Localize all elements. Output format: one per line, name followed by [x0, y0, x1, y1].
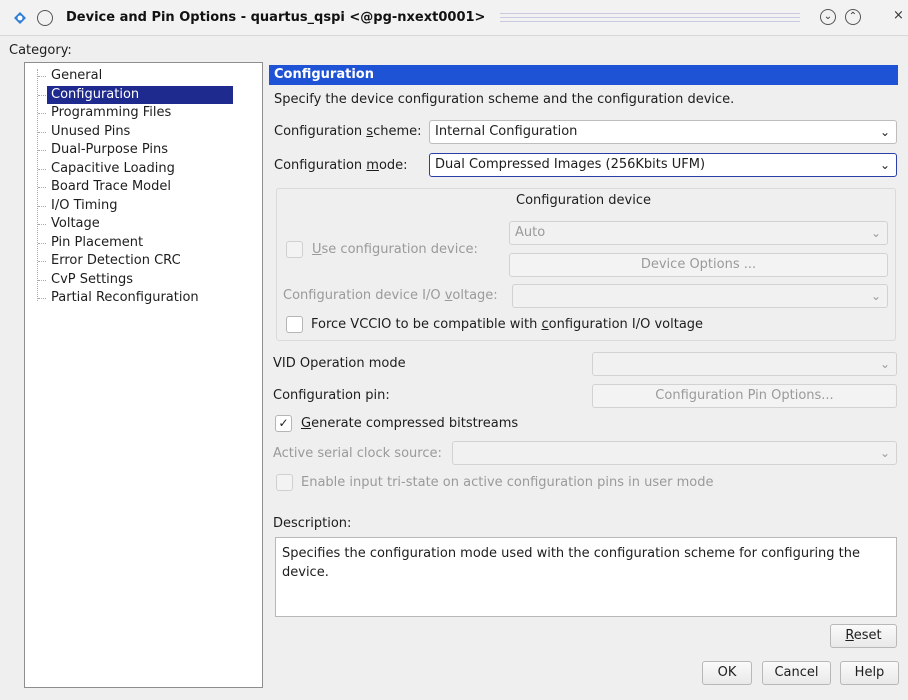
generate-compressed-label: Generate compressed bitstreams — [301, 416, 519, 431]
force-vccio-checkbox[interactable] — [286, 316, 303, 333]
config-mode-value: Dual Compressed Images (256Kbits UFM) — [435, 157, 706, 172]
config-scheme-label: Configuration scheme: — [274, 124, 422, 139]
title-divider — [500, 13, 800, 22]
chevron-down-icon: ⌄ — [870, 289, 881, 303]
description-text: Specifies the configuration mode used wi… — [275, 537, 897, 617]
window-menu-icon[interactable] — [37, 10, 53, 26]
checkmark-icon: ✓ — [278, 416, 289, 430]
config-device-group-title: Configuration device — [516, 193, 651, 208]
config-pin-label: Configuration pin: — [273, 388, 390, 403]
panel-intro: Specify the device configuration scheme … — [274, 92, 735, 107]
io-voltage-label: Configuration device I/O voltage: — [283, 288, 498, 303]
force-vccio-label: Force VCCIO to be compatible with config… — [311, 317, 704, 332]
tree-connector — [38, 113, 46, 114]
device-options-button[interactable]: Device Options ... — [509, 253, 888, 277]
maximize-icon[interactable]: ⌃ — [845, 9, 861, 25]
tree-connector — [38, 131, 46, 133]
app-logo-icon — [12, 11, 28, 29]
chevron-down-icon: ⌄ — [870, 226, 881, 240]
use-config-device-label: Use configuration device: — [312, 242, 478, 257]
category-item[interactable]: Unused Pins — [47, 123, 134, 141]
category-item[interactable]: Dual-Purpose Pins — [47, 141, 172, 159]
category-item[interactable]: I/O Timing — [47, 197, 122, 215]
reset-button[interactable]: Reset — [830, 624, 897, 648]
tree-connector — [38, 150, 46, 151]
tree-connector — [38, 94, 46, 96]
title-bar: Device and Pin Options - quartus_qspi <@… — [0, 0, 908, 36]
config-mode-label: Configuration mode: — [274, 158, 408, 173]
category-item[interactable]: Board Trace Model — [47, 178, 175, 196]
config-device-select[interactable]: Auto ⌄ — [509, 221, 888, 245]
category-item[interactable]: Partial Reconfiguration — [47, 289, 203, 307]
enable-tristate-checkbox[interactable] — [276, 474, 293, 491]
config-device-value: Auto — [515, 225, 546, 240]
category-item[interactable]: Programming Files — [47, 104, 175, 122]
io-voltage-select[interactable]: ⌄ — [512, 284, 888, 308]
window-title: Device and Pin Options - quartus_qspi <@… — [66, 10, 486, 25]
config-scheme-value: Internal Configuration — [435, 124, 578, 139]
chevron-down-icon: ⌄ — [879, 158, 890, 172]
active-clock-select[interactable]: ⌄ — [452, 441, 897, 465]
generate-compressed-checkbox[interactable]: ✓ — [275, 415, 292, 432]
tree-connector — [38, 298, 46, 299]
use-config-device-checkbox[interactable] — [286, 241, 303, 258]
enable-tristate-label: Enable input tri-state on active configu… — [301, 475, 714, 490]
tree-connector — [38, 261, 46, 262]
category-item[interactable]: General — [47, 67, 106, 85]
tree-connector — [38, 279, 46, 281]
minimize-icon[interactable]: ⌄ — [820, 9, 836, 25]
tree-connector — [38, 242, 46, 244]
active-clock-label: Active serial clock source: — [273, 446, 442, 461]
ok-button[interactable]: OK — [702, 661, 752, 685]
chevron-down-icon: ⌄ — [879, 446, 890, 460]
config-mode-select[interactable]: Dual Compressed Images (256Kbits UFM) ⌄ — [429, 153, 897, 177]
category-item[interactable]: Voltage — [47, 215, 104, 233]
cancel-button[interactable]: Cancel — [762, 661, 831, 685]
description-label: Description: — [273, 516, 352, 531]
tree-connector — [37, 69, 38, 301]
config-scheme-select[interactable]: Internal Configuration ⌄ — [429, 120, 897, 144]
vid-operation-label: VID Operation mode — [273, 356, 406, 371]
category-item[interactable]: Configuration — [47, 85, 233, 104]
category-label: Category: — [9, 43, 72, 58]
tree-connector — [38, 168, 46, 170]
help-button[interactable]: Help — [840, 661, 899, 685]
chevron-down-icon: ⌄ — [879, 125, 890, 139]
panel-header: Configuration — [269, 65, 898, 85]
tree-connector — [38, 187, 46, 188]
tree-connector — [38, 76, 46, 77]
category-item[interactable]: Pin Placement — [47, 234, 147, 252]
tree-connector — [38, 224, 46, 225]
config-pin-options-button[interactable]: Configuration Pin Options... — [592, 384, 897, 408]
category-tree[interactable]: General Configuration Programming Files Unu… — [24, 62, 263, 688]
category-item[interactable]: Capacitive Loading — [47, 160, 179, 178]
close-icon[interactable]: × — [893, 8, 904, 23]
tree-connector — [38, 205, 46, 207]
category-item[interactable]: Error Detection CRC — [47, 252, 185, 270]
chevron-down-icon: ⌄ — [879, 357, 890, 371]
vid-operation-select[interactable]: ⌄ — [592, 352, 897, 376]
category-item[interactable]: CvP Settings — [47, 271, 137, 289]
